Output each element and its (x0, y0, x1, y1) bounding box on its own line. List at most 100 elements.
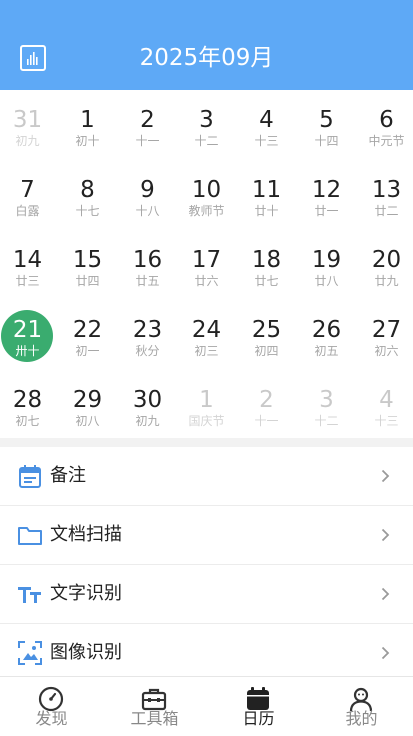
calendar-day[interactable]: 5 十四 (297, 95, 356, 153)
tab-discover[interactable]: 发现 (0, 677, 103, 736)
tab-toolbox[interactable]: 工具箱 (103, 677, 206, 736)
text-recognition-icon (18, 587, 41, 603)
menu-item-label: 备注 (50, 465, 86, 486)
menu-item-doc-scan[interactable]: 文档扫描 (0, 506, 413, 565)
calendar-day[interactable]: 30 初九 (118, 375, 177, 433)
calendar-day[interactable]: 26 初五 (297, 305, 356, 363)
lunar-date: 中元节 (368, 134, 405, 148)
chevron-right-icon (381, 469, 390, 483)
calendar-day[interactable]: 1 国庆节 (177, 375, 236, 433)
calendar-day[interactable]: 25 初四 (237, 305, 296, 363)
tab-calendar[interactable]: 日历 (207, 677, 310, 736)
day-number: 4 (379, 387, 394, 413)
lunar-date: 十八 (135, 204, 160, 218)
day-number: 10 (191, 177, 222, 203)
menu-item-label: 文字识别 (50, 583, 122, 604)
calendar-day[interactable]: 18 廿七 (237, 235, 296, 293)
calendar-day[interactable]: 14 廿三 (0, 235, 57, 293)
chevron-right-icon (381, 587, 390, 601)
calendar-week-row: 31 初九 1 初十 2 十一 3 十二 4 十三 5 十四 6 中元节 (0, 95, 413, 153)
calendar-day[interactable]: 8 十七 (58, 165, 117, 223)
day-number: 1 (199, 387, 214, 413)
calendar-day[interactable]: 3 十二 (297, 375, 356, 433)
lunar-date: 廿八 (314, 274, 339, 288)
menu-item-label: 文档扫描 (50, 524, 122, 545)
menu-item-label: 图像识别 (50, 642, 122, 663)
lunar-date: 卅十 (15, 344, 40, 358)
day-number: 24 (191, 317, 222, 343)
lunar-date: 廿四 (75, 274, 100, 288)
chevron-right-icon (381, 646, 390, 660)
tab-profile[interactable]: 我的 (310, 677, 413, 736)
menu-item-text-recognition[interactable]: 文字识别 (0, 565, 413, 624)
calendar-day[interactable]: 31 初九 (0, 95, 57, 153)
month-title[interactable]: 2025年09月 (0, 42, 413, 74)
calendar-day[interactable]: 27 初六 (357, 305, 413, 363)
lunar-date: 初五 (314, 344, 339, 358)
lunar-date: 初六 (374, 344, 399, 358)
day-number: 23 (132, 317, 163, 343)
calendar-day[interactable]: 2 十一 (118, 95, 177, 153)
lunar-date: 十二 (194, 134, 219, 148)
app-header: 2025年09月 (0, 0, 413, 90)
calendar-day[interactable]: 1 初十 (58, 95, 117, 153)
calendar-day[interactable]: 24 初三 (177, 305, 236, 363)
calendar-day[interactable]: 3 十二 (177, 95, 236, 153)
lunar-date: 十七 (75, 204, 100, 218)
section-divider (0, 438, 413, 447)
calendar-day[interactable]: 4 十三 (357, 375, 413, 433)
menu-item-notes[interactable]: 备注 (0, 447, 413, 506)
tab-label: 发现 (35, 709, 68, 728)
lunar-date: 十二 (314, 414, 339, 428)
calendar-day[interactable]: 6 中元节 (357, 95, 413, 153)
lunar-date: 初八 (75, 414, 100, 428)
day-number: 15 (72, 247, 103, 273)
calendar-day[interactable]: 17 廿六 (177, 235, 236, 293)
day-number: 22 (72, 317, 103, 343)
lunar-date: 廿二 (374, 204, 399, 218)
day-number: 3 (319, 387, 334, 413)
calendar-grid: 31 初九 1 初十 2 十一 3 十二 4 十三 5 十四 6 中元节 7 白露 8 十七 9 十八 10 教师节 11 廿… (0, 90, 413, 438)
calendar-day[interactable]: 22 初一 (58, 305, 117, 363)
calendar-day[interactable]: 23 秋分 (118, 305, 177, 363)
lunar-date: 初十 (75, 134, 100, 148)
calendar-day[interactable]: 20 廿九 (357, 235, 413, 293)
lunar-date: 国庆节 (188, 414, 225, 428)
lunar-date: 十一 (254, 414, 279, 428)
calendar-day[interactable]: 13 廿二 (357, 165, 413, 223)
day-number: 25 (251, 317, 282, 343)
calendar-week-row: 21 卅十 22 初一 23 秋分 24 初三 25 初四 26 初五 27 初六 (0, 305, 413, 363)
lunar-date: 初三 (194, 344, 219, 358)
day-number: 2 (259, 387, 274, 413)
menu-item-image-recognition[interactable]: 图像识别 (0, 624, 413, 683)
calendar-day[interactable]: 16 廿五 (118, 235, 177, 293)
day-number: 16 (132, 247, 163, 273)
lunar-date: 廿九 (374, 274, 399, 288)
calendar-day[interactable]: 2 十一 (237, 375, 296, 433)
lunar-date: 十三 (374, 414, 399, 428)
lunar-date: 廿七 (254, 274, 279, 288)
day-number: 3 (199, 107, 214, 133)
calendar-day[interactable]: 11 廿十 (237, 165, 296, 223)
calendar-day[interactable]: 29 初八 (58, 375, 117, 433)
day-number: 19 (311, 247, 342, 273)
day-number: 2 (140, 107, 155, 133)
calendar-day[interactable]: 12 廿一 (297, 165, 356, 223)
calendar-day[interactable]: 10 教师节 (177, 165, 236, 223)
day-number: 7 (20, 177, 35, 203)
day-number: 4 (259, 107, 274, 133)
day-number: 11 (251, 177, 282, 203)
calendar-day[interactable]: 28 初七 (0, 375, 57, 433)
calendar-note-icon (19, 465, 41, 488)
calendar-day[interactable]: 7 白露 (0, 165, 57, 223)
lunar-date: 廿三 (15, 274, 40, 288)
calendar-day[interactable]: 4 十三 (237, 95, 296, 153)
lunar-date: 初一 (75, 344, 100, 358)
calendar-day[interactable]: 15 廿四 (58, 235, 117, 293)
calendar-week-row: 28 初七 29 初八 30 初九 1 国庆节 2 十一 3 十二 4 十三 (0, 375, 413, 433)
calendar-day-today[interactable]: 21 卅十 (0, 305, 57, 363)
day-number: 13 (371, 177, 402, 203)
calendar-day[interactable]: 9 十八 (118, 165, 177, 223)
calendar-day[interactable]: 19 廿八 (297, 235, 356, 293)
day-number: 28 (12, 387, 43, 413)
